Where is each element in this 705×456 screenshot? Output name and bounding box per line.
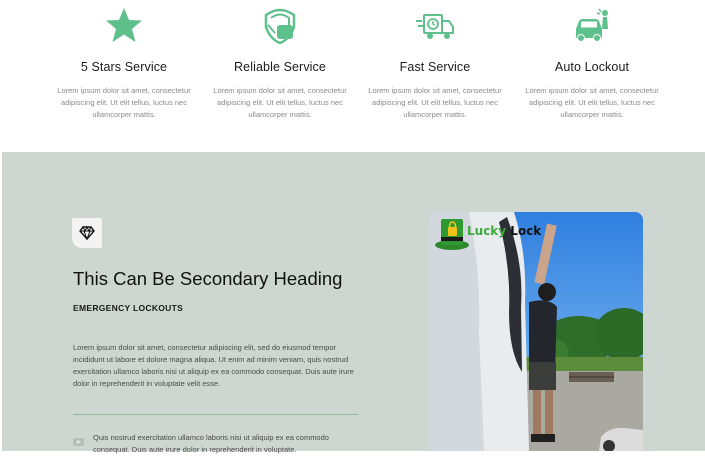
section-subheading: EMERGENCY LOCKOUTS [73, 303, 184, 313]
logo-word-lock: Lock [510, 224, 542, 238]
section-paragraph: Lorem ipsum dolor sit amet, consectetur … [73, 343, 354, 388]
diamond-icon [79, 226, 95, 240]
logo-wordmark: Lucky Lock [467, 224, 541, 238]
service-title: Reliable Service [234, 60, 326, 74]
shield-hand-icon [264, 8, 296, 45]
list-item-text: Quis nostrud exercitation ullamco labori… [93, 433, 329, 454]
video-icon [73, 438, 84, 446]
star-icon [106, 8, 142, 42]
service-title: Auto Lockout [554, 60, 630, 74]
section-divider [73, 414, 358, 415]
feature-badge [72, 218, 102, 248]
section-heading: This Can Be Secondary Heading [73, 268, 343, 289]
delivery-truck-icon [416, 14, 454, 39]
services-section: 5 Stars Service Lorem ipsum dolor sit am… [0, 0, 705, 152]
service-description: Lorem ipsum dolor sit amet, consectetur … [525, 86, 659, 119]
service-title: Fast Service [399, 60, 471, 74]
service-description: Lorem ipsum dolor sit amet, consectetur … [57, 86, 191, 119]
service-title: 5 Stars Service [80, 60, 168, 74]
service-description: Lorem ipsum dolor sit amet, consectetur … [368, 86, 502, 119]
service-description: Lorem ipsum dolor sit amet, consectetur … [213, 86, 347, 119]
car-lockout-icon [576, 8, 608, 42]
logo-word-lucky: Lucky [467, 224, 507, 238]
